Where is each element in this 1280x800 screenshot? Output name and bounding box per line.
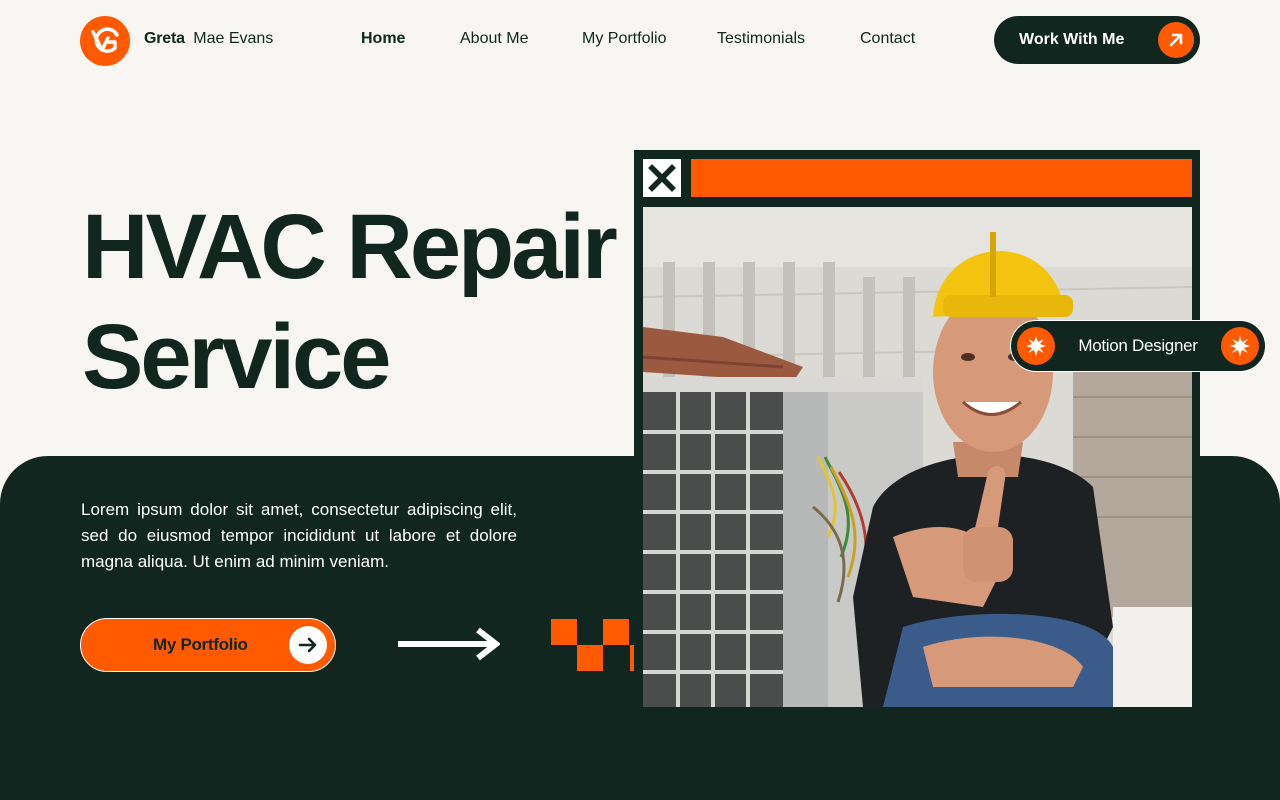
starburst-icon xyxy=(1017,327,1055,365)
photo-window xyxy=(634,150,1200,715)
arrow-right-icon xyxy=(289,626,327,664)
motion-designer-badge: Motion Designer xyxy=(1010,320,1266,372)
my-portfolio-button[interactable]: My Portfolio xyxy=(80,618,336,672)
work-with-me-button[interactable]: Work With Me xyxy=(994,16,1200,64)
hero-description: Lorem ipsum dolor sit amet, consectetur … xyxy=(81,500,517,571)
window-title-bar xyxy=(691,159,1192,197)
page-title: HVAC Repair Service xyxy=(82,192,642,412)
nav-home[interactable]: Home xyxy=(361,30,405,48)
motion-designer-label: Motion Designer xyxy=(1078,336,1198,355)
long-arrow-decoration-icon xyxy=(398,626,501,667)
page-title-line-2: Service xyxy=(82,306,391,408)
my-portfolio-label: My Portfolio xyxy=(153,635,248,654)
nav-about-me[interactable]: About Me xyxy=(460,30,528,48)
nav-my-portfolio[interactable]: My Portfolio xyxy=(582,30,666,48)
nav-testimonials[interactable]: Testimonials xyxy=(717,30,805,48)
starburst-icon xyxy=(1221,327,1259,365)
work-with-me-label: Work With Me xyxy=(1019,31,1125,48)
brand-first-name: Greta xyxy=(144,30,185,47)
close-icon[interactable] xyxy=(643,159,681,197)
brand-last-name: Mae Evans xyxy=(193,30,274,47)
brand-name[interactable]: Greta Mae Evans xyxy=(144,30,273,48)
page-title-line-1: HVAC Repair xyxy=(82,196,618,298)
arrow-up-right-icon xyxy=(1158,22,1194,58)
technician-photo xyxy=(643,207,1192,707)
brand-logo-icon[interactable] xyxy=(80,16,130,66)
nav-contact[interactable]: Contact xyxy=(860,30,915,48)
